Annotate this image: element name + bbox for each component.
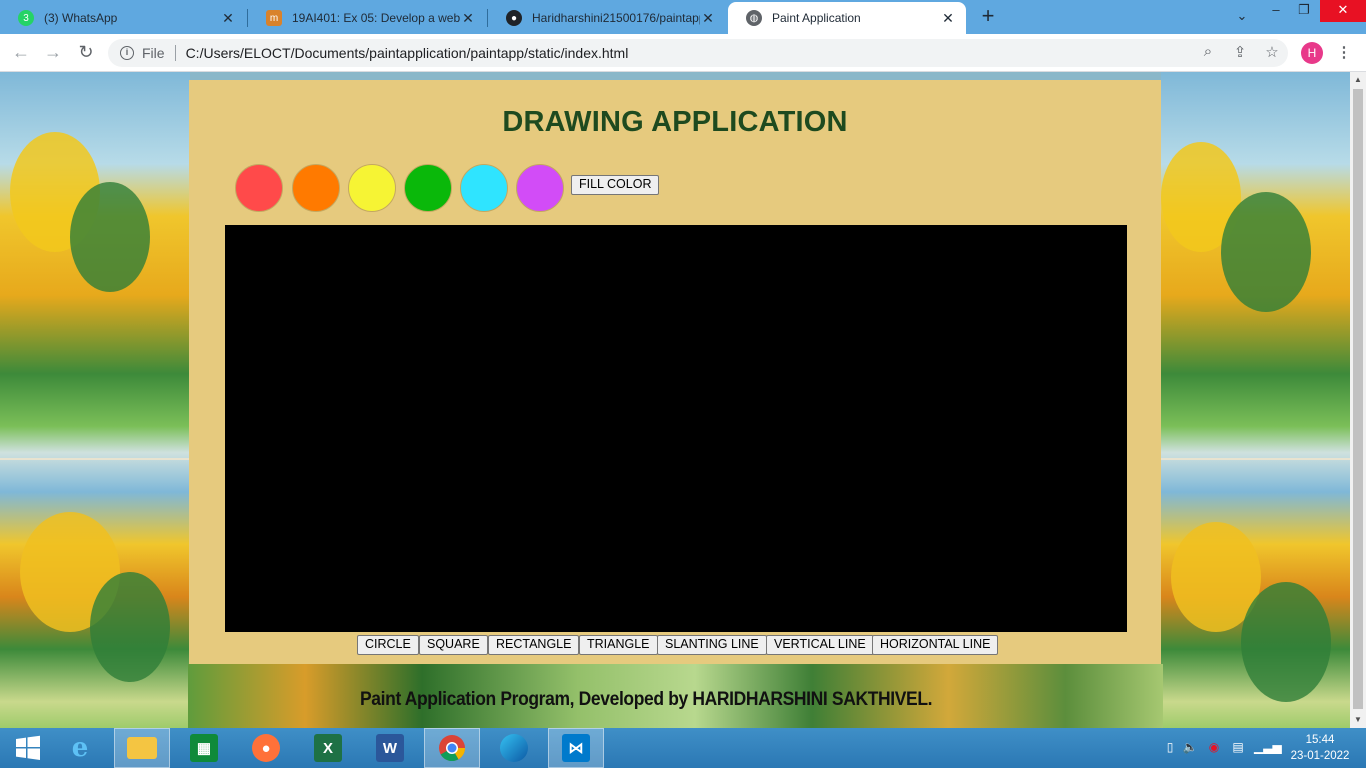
chrome-icon[interactable] xyxy=(424,728,480,768)
browser-tab-strip: 3 (3) WhatsApp ✕ m 19AI401: Ex 05: Devel… xyxy=(0,0,1366,34)
word-icon[interactable]: W xyxy=(362,728,418,768)
tab-title: 19AI401: Ex 05: Develop a webpa xyxy=(292,11,460,25)
address-bar[interactable]: i File C:/Users/ELOCT/Documents/paintapp… xyxy=(108,39,1288,67)
firefox-icon[interactable]: ● xyxy=(238,728,294,768)
system-clock[interactable]: 15:44 23-01-2022 xyxy=(1290,732,1350,764)
scroll-thumb[interactable] xyxy=(1353,89,1363,709)
color-swatch-orange[interactable] xyxy=(292,164,340,212)
vertical-line-button[interactable]: VERTICAL LINE xyxy=(766,635,874,655)
tab-whatsapp[interactable]: 3 (3) WhatsApp ✕ xyxy=(0,2,246,34)
fill-color-button[interactable]: FILL COLOR xyxy=(571,175,660,195)
edge-icon[interactable] xyxy=(486,728,542,768)
tab-title: Haridharshini21500176/paintapp xyxy=(532,11,700,25)
color-swatch-yellow[interactable] xyxy=(348,164,396,212)
circle-button[interactable]: CIRCLE xyxy=(357,635,419,655)
tab-search-chevron-icon[interactable]: ⌄ xyxy=(1228,6,1256,28)
moodle-icon: m xyxy=(266,10,282,26)
vertical-scrollbar[interactable]: ▲ ▼ xyxy=(1350,72,1366,728)
zoom-icon[interactable]: ⌕ xyxy=(1198,43,1218,63)
github-icon: ● xyxy=(506,10,522,26)
battery-icon[interactable]: ▯ xyxy=(1162,740,1178,756)
close-tab-icon[interactable]: ✕ xyxy=(940,10,956,27)
close-tab-icon[interactable]: ✕ xyxy=(700,10,716,27)
footer-credit: Paint Application Program, Developed by … xyxy=(360,689,933,710)
rectangle-button[interactable]: RECTANGLE xyxy=(488,635,580,655)
background-painting xyxy=(1161,72,1350,728)
clock-date: 23-01-2022 xyxy=(1290,750,1350,762)
color-swatch-purple[interactable] xyxy=(516,164,564,212)
file-explorer-icon[interactable] xyxy=(114,728,170,768)
whatsapp-icon: 3 xyxy=(18,10,34,26)
windows-start-icon[interactable] xyxy=(0,728,56,768)
square-button[interactable]: SQUARE xyxy=(419,635,488,655)
volume-icon[interactable]: 🔈 xyxy=(1182,740,1198,756)
scheme-label: File xyxy=(142,45,165,61)
clock-time: 15:44 xyxy=(1305,734,1335,746)
close-tab-icon[interactable]: ✕ xyxy=(460,10,476,27)
reload-icon[interactable]: ↻ xyxy=(75,42,97,64)
color-swatch-cyan[interactable] xyxy=(460,164,508,212)
excel-icon[interactable]: X xyxy=(300,728,356,768)
menu-kebab-icon[interactable]: ⋮ xyxy=(1334,43,1354,63)
info-icon[interactable]: i xyxy=(120,46,134,60)
network-disconnected-icon[interactable]: ▤ xyxy=(1230,740,1246,756)
color-swatch-green[interactable] xyxy=(404,164,452,212)
tab-moodle[interactable]: m 19AI401: Ex 05: Develop a webpa ✕ xyxy=(248,2,486,34)
bookmark-star-icon[interactable]: ☆ xyxy=(1262,43,1282,63)
internet-explorer-icon[interactable]: e xyxy=(52,728,108,768)
page-title: DRAWING APPLICATION xyxy=(502,106,848,138)
drawing-panel: DRAWING APPLICATION FILL COLOR CIRCLE SQ… xyxy=(189,80,1161,664)
tab-title: (3) WhatsApp xyxy=(44,11,118,25)
triangle-button[interactable]: TRIANGLE xyxy=(579,635,658,655)
new-tab-button[interactable]: + xyxy=(976,5,1000,29)
vscode-icon[interactable]: ⋈ xyxy=(548,728,604,768)
restore-button[interactable]: ❐ xyxy=(1290,0,1318,22)
tab-title: Paint Application xyxy=(772,11,861,25)
globe-icon: ◍ xyxy=(746,10,762,26)
share-icon[interactable]: ⇪ xyxy=(1230,43,1250,63)
store-icon[interactable]: ▦ xyxy=(176,728,232,768)
browser-toolbar: ← → ↻ i File C:/Users/ELOCT/Documents/pa… xyxy=(0,34,1366,72)
forward-arrow-icon[interactable]: → xyxy=(42,42,64,64)
tab-github[interactable]: ● Haridharshini21500176/paintapp ✕ xyxy=(488,2,726,34)
close-window-button[interactable]: ✕ xyxy=(1320,0,1366,22)
security-alert-icon[interactable]: ◉ xyxy=(1206,740,1222,756)
drawing-canvas[interactable] xyxy=(225,225,1127,632)
scroll-up-icon[interactable]: ▲ xyxy=(1350,72,1366,88)
slanting-line-button[interactable]: SLANTING LINE xyxy=(657,635,767,655)
profile-avatar[interactable]: H xyxy=(1301,42,1323,64)
divider xyxy=(174,45,176,61)
minimize-button[interactable]: – xyxy=(1262,0,1290,22)
windows-taskbar: e ▦ ● X W ⋈ ▯ 🔈 ◉ ▤ ▁▃▅ 15:44 23-01-2022 xyxy=(0,728,1366,768)
tab-paint-application[interactable]: ◍ Paint Application ✕ xyxy=(728,2,966,34)
page-viewport: DRAWING APPLICATION FILL COLOR CIRCLE SQ… xyxy=(0,72,1350,728)
color-swatch-red[interactable] xyxy=(235,164,283,212)
back-arrow-icon[interactable]: ← xyxy=(10,42,32,64)
background-painting xyxy=(0,72,190,728)
horizontal-line-button[interactable]: HORIZONTAL LINE xyxy=(872,635,999,655)
url-text[interactable]: C:/Users/ELOCT/Documents/paintapplicatio… xyxy=(186,45,629,61)
scroll-down-icon[interactable]: ▼ xyxy=(1350,712,1366,728)
close-tab-icon[interactable]: ✕ xyxy=(220,10,236,27)
wifi-signal-icon[interactable]: ▁▃▅ xyxy=(1254,740,1282,756)
